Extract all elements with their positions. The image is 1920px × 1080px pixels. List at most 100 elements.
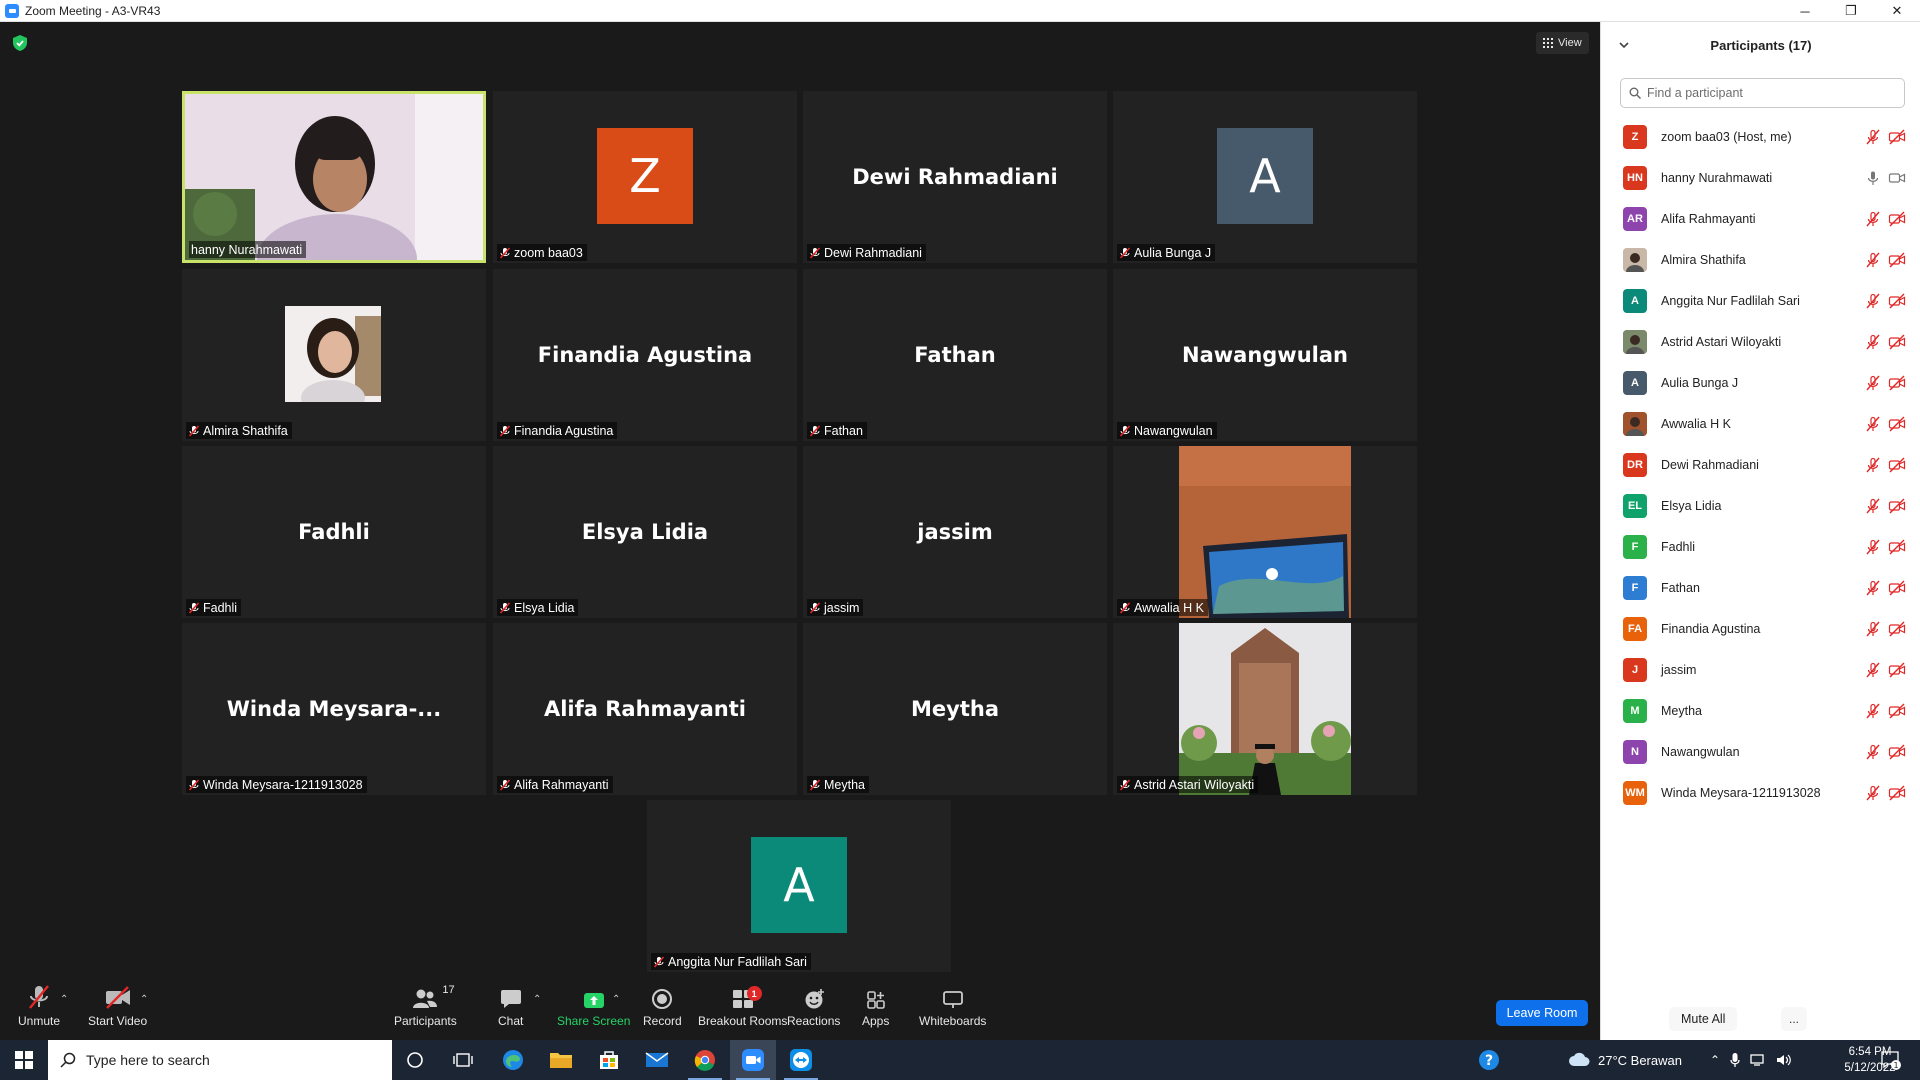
video-tile[interactable]: Fadhli Fadhli	[182, 446, 486, 618]
video-off-icon[interactable]	[1888, 416, 1906, 432]
teamviewer-app[interactable]	[778, 1040, 824, 1080]
file-explorer-app[interactable]	[538, 1040, 584, 1080]
muted-mic-icon[interactable]	[1865, 662, 1881, 678]
close-button[interactable]: ✕	[1874, 0, 1920, 22]
muted-mic-icon[interactable]	[1865, 457, 1881, 473]
start-button[interactable]	[0, 1040, 48, 1080]
participant-row[interactable]: DR Dewi Rahmadiani	[1601, 444, 1920, 485]
muted-mic-icon[interactable]	[1865, 334, 1881, 350]
participant-row[interactable]: M Meytha	[1601, 690, 1920, 731]
reactions-button[interactable]: Reactions	[787, 984, 840, 1028]
start-video-button[interactable]: Start Video	[88, 984, 147, 1028]
video-off-icon[interactable]	[1888, 621, 1906, 637]
muted-mic-icon[interactable]	[1865, 416, 1881, 432]
taskbar-search[interactable]	[48, 1040, 392, 1080]
edge-app[interactable]	[490, 1040, 536, 1080]
record-button[interactable]: Record	[643, 984, 682, 1028]
video-off-icon[interactable]	[1888, 334, 1906, 350]
video-icon[interactable]	[1888, 170, 1906, 186]
mail-app[interactable]	[634, 1040, 680, 1080]
help-tray-button[interactable]: ?	[1478, 1040, 1500, 1080]
video-tile[interactable]: hanny Nurahmawati	[182, 91, 486, 263]
video-tile[interactable]: Finandia Agustina Finandia Agustina	[493, 269, 797, 441]
unmute-button[interactable]: Unmute	[18, 984, 60, 1028]
video-off-icon[interactable]	[1888, 498, 1906, 514]
muted-mic-icon[interactable]	[1865, 580, 1881, 596]
whiteboards-button[interactable]: Whiteboards	[919, 984, 986, 1028]
video-tile[interactable]: Meytha Meytha	[803, 623, 1107, 795]
video-off-icon[interactable]	[1888, 539, 1906, 555]
muted-mic-icon[interactable]	[1865, 785, 1881, 801]
muted-mic-icon[interactable]	[1865, 498, 1881, 514]
participant-search-input[interactable]	[1647, 86, 1887, 100]
video-off-icon[interactable]	[1888, 375, 1906, 391]
breakout-rooms-button[interactable]: 1 Breakout Rooms	[698, 984, 787, 1028]
participant-row[interactable]: FA Finandia Agustina	[1601, 608, 1920, 649]
muted-mic-icon[interactable]	[1865, 252, 1881, 268]
share-options-caret-icon[interactable]: ⌃	[612, 994, 620, 1005]
muted-mic-icon[interactable]	[1865, 129, 1881, 145]
video-off-icon[interactable]	[1888, 457, 1906, 473]
video-tile[interactable]: Dewi Rahmadiani Dewi Rahmadiani	[803, 91, 1107, 263]
video-tile[interactable]: A Aulia Bunga J	[1113, 91, 1417, 263]
video-tile[interactable]: Zzoom baa03	[493, 91, 797, 263]
video-options-caret-icon[interactable]: ⌃	[140, 994, 148, 1005]
muted-mic-icon[interactable]	[1865, 621, 1881, 637]
muted-mic-icon[interactable]	[1865, 703, 1881, 719]
chevron-up-icon[interactable]: ⌃	[1710, 1053, 1720, 1067]
chrome-app[interactable]	[682, 1040, 728, 1080]
video-tile[interactable]: Fathan Fathan	[803, 269, 1107, 441]
network-icon[interactable]	[1750, 1053, 1766, 1067]
task-view-button[interactable]	[440, 1040, 486, 1080]
muted-mic-icon[interactable]	[1865, 293, 1881, 309]
participant-row[interactable]: A Anggita Nur Fadlilah Sari	[1601, 280, 1920, 321]
video-off-icon[interactable]	[1888, 662, 1906, 678]
muted-mic-icon[interactable]	[1865, 375, 1881, 391]
leave-room-button[interactable]: Leave Room	[1496, 1000, 1588, 1026]
participant-row[interactable]: EL Elsya Lidia	[1601, 485, 1920, 526]
audio-options-caret-icon[interactable]: ⌃	[60, 994, 68, 1005]
video-tile[interactable]: jassim jassim	[803, 446, 1107, 618]
more-options-button[interactable]: ...	[1781, 1007, 1807, 1031]
video-tile[interactable]: Alifa Rahmayanti Alifa Rahmayanti	[493, 623, 797, 795]
video-off-icon[interactable]	[1888, 580, 1906, 596]
video-tile[interactable]: Astrid Astari Wiloyakti	[1113, 623, 1417, 795]
video-tile[interactable]: Nawangwulan Nawangwulan	[1113, 269, 1417, 441]
zoom-app[interactable]	[730, 1040, 776, 1080]
participant-row[interactable]: A Aulia Bunga J	[1601, 362, 1920, 403]
restore-button[interactable]: ❐	[1828, 0, 1874, 22]
video-off-icon[interactable]	[1888, 703, 1906, 719]
video-off-icon[interactable]	[1888, 293, 1906, 309]
video-tile[interactable]: Almira Shathifa	[182, 269, 486, 441]
weather-widget[interactable]: 27°C Berawan	[1568, 1040, 1682, 1080]
volume-icon[interactable]	[1776, 1053, 1792, 1067]
minimize-button[interactable]: ─	[1782, 0, 1828, 22]
participant-row[interactable]: F Fadhli	[1601, 526, 1920, 567]
video-off-icon[interactable]	[1888, 129, 1906, 145]
participant-row[interactable]: Awwalia H K	[1601, 403, 1920, 444]
chat-button[interactable]: Chat	[498, 984, 523, 1028]
video-off-icon[interactable]	[1888, 252, 1906, 268]
apps-button[interactable]: Apps	[862, 984, 889, 1028]
muted-mic-icon[interactable]	[1865, 211, 1881, 227]
participant-row[interactable]: Astrid Astari Wiloyakti	[1601, 321, 1920, 362]
participant-row[interactable]: Jjassim	[1601, 649, 1920, 690]
mute-all-button[interactable]: Mute All	[1669, 1007, 1738, 1031]
video-off-icon[interactable]	[1888, 211, 1906, 227]
video-tile[interactable]: Elsya Lidia Elsya Lidia	[493, 446, 797, 618]
view-button[interactable]: View	[1536, 32, 1589, 54]
video-tile[interactable]: Winda Meysara-... Winda Meysara-121191302…	[182, 623, 486, 795]
participant-row[interactable]: AR Alifa Rahmayanti	[1601, 198, 1920, 239]
share-screen-button[interactable]: Share Screen	[557, 984, 630, 1028]
participant-row[interactable]: Zzoom baa03 (Host, me)	[1601, 116, 1920, 157]
notification-center-button[interactable]: 1	[1880, 1040, 1902, 1080]
participant-row[interactable]: F Fathan	[1601, 567, 1920, 608]
participant-search[interactable]	[1620, 78, 1905, 108]
taskbar-search-input[interactable]	[86, 1052, 366, 1068]
mic-icon[interactable]	[1865, 170, 1881, 186]
participant-row[interactable]: HN hanny Nurahmawati	[1601, 157, 1920, 198]
muted-mic-icon[interactable]	[1865, 744, 1881, 760]
video-off-icon[interactable]	[1888, 785, 1906, 801]
microphone-icon[interactable]	[1730, 1052, 1740, 1068]
participant-row[interactable]: N Nawangwulan	[1601, 731, 1920, 772]
